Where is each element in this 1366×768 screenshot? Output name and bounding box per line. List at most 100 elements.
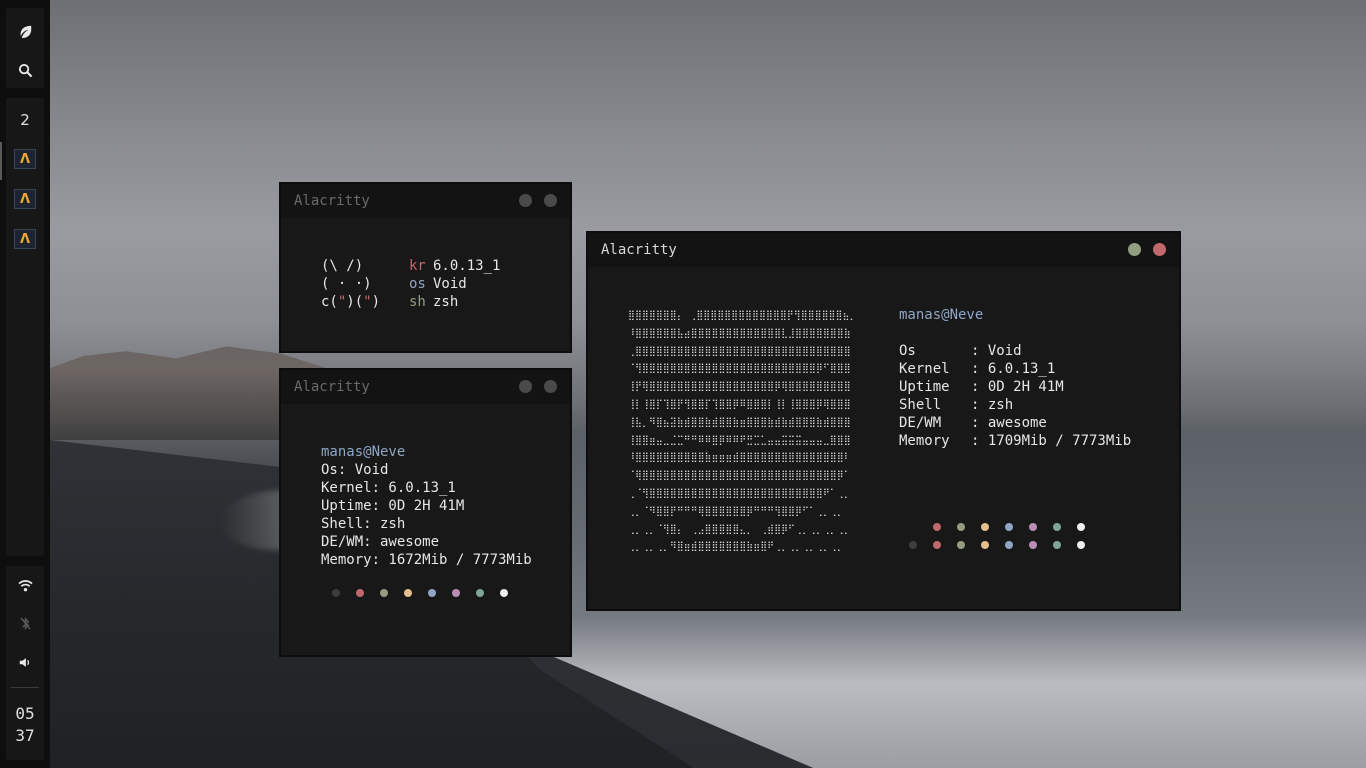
- color-dot-red: [933, 523, 941, 531]
- bluetooth-off-icon[interactable]: [6, 608, 44, 638]
- color-dot-cyan: [1053, 523, 1061, 531]
- ascii-art-line: ( · ·): [321, 276, 372, 292]
- info-key: kr: [409, 258, 426, 274]
- color-dot-red: [933, 541, 941, 549]
- color-dot-blue: [428, 589, 436, 597]
- alacritty-window-bunny[interactable]: Alacritty (\ /) ( · ·) c(")(") kr os sh …: [279, 182, 572, 353]
- info-line: Memory: 1672Mib / 7773Mib: [321, 552, 532, 568]
- alacritty-icon: Λ: [14, 189, 36, 209]
- info-value: : awesome: [971, 415, 1047, 431]
- color-dot-green: [380, 589, 388, 597]
- color-dot-white: [500, 589, 508, 597]
- ascii-logo-line: ⢸⣧⡀⠻⣿⣦⣽⣷⣾⣿⣿⣷⣾⣿⣿⣷⣶⣿⣿⣿⣷⣾⣷⣾⣿⣿⣿⣷⣾⣿⣿⣿: [628, 416, 851, 428]
- ascii-quote: ": [363, 294, 372, 310]
- alacritty-window-fetch-small[interactable]: Alacritty manas@Neve Os: Void Kernel: 6.…: [279, 368, 572, 657]
- launcher-group: [6, 8, 44, 88]
- ascii-art-line: c(")("): [321, 294, 381, 310]
- clock-hour: 05: [15, 704, 35, 723]
- info-value: : 1709Mib / 7773Mib: [971, 433, 1132, 449]
- user-host: manas@Neve: [321, 444, 406, 460]
- maximize-button[interactable]: [1128, 243, 1141, 256]
- info-line: Kernel: 6.0.13_1: [321, 480, 456, 496]
- ascii-logo-line: ⢸⡇⢸⣿⡏⢹⣿⡟⢻⣿⣿⡏⢹⣿⣿⡿⠿⣿⣿⣿⡇⢸⡇⢸⣿⣿⣿⡿⢿⣿⣿⣿: [628, 398, 851, 410]
- close-button[interactable]: [544, 194, 557, 207]
- info-label: DE/WM: [899, 415, 942, 431]
- clock-minute: 37: [15, 726, 35, 745]
- color-dot-yellow: [404, 589, 412, 597]
- color-dot-cyan: [476, 589, 484, 597]
- status-group: 05 37: [6, 566, 44, 760]
- leaf-icon[interactable]: [6, 16, 44, 46]
- maximize-button[interactable]: [519, 380, 532, 393]
- taglist-group: 2 Λ Λ Λ: [6, 98, 44, 556]
- info-line: DE/WM: awesome: [321, 534, 440, 550]
- ascii-logo-line: ⠈⢻⣿⣿⣿⣿⣿⣿⣿⣿⣿⣿⣿⣿⣿⣿⣿⣿⣿⣿⣿⣿⣿⣿⣿⣿⣿⡿⠋⣿⣿⣿: [628, 363, 851, 375]
- ascii-logo-line: ⢀⡀⠈⠻⣿⣿⡟⠛⠛⠛⢿⣿⣿⣿⣿⣿⣿⡿⠛⠛⠛⢻⣿⣿⡿⠋⠁⢀⡀⢀⡀: [628, 505, 844, 517]
- divider: [11, 687, 39, 688]
- ascii-logo: ⣿⣿⣿⣿⣿⣿⣿⡄ ⢀⣿⣿⣿⣿⣿⣿⣿⣿⣿⣿⣿⣿⣿⡟⢻⣿⣿⣿⣿⣿⣿⣦⡀ ⠸⣿⣿⣿⣿⣿⣿…: [628, 307, 856, 556]
- ascii-logo-line: ⢀⡀⢀⡀⠈⢻⣿⡄⠀⢀⣠⣿⣿⣿⣿⣿⣄⡀⠀⢀⣾⣿⡿⠋⢀⡀⢀⡀⢀⡀⢀⡀: [628, 523, 851, 535]
- alacritty-icon: Λ: [14, 229, 36, 249]
- info-value: : Void: [971, 343, 1022, 359]
- active-task-indicator: [0, 142, 2, 180]
- info-key: os: [409, 276, 426, 292]
- alacritty-window-fetch-large[interactable]: Alacritty ⣿⣿⣿⣿⣿⣿⣿⡄ ⢀⣿⣿⣿⣿⣿⣿⣿⣿⣿⣿⣿⣿⣿⡟⢻⣿⣿⣿⣿⣿…: [586, 231, 1181, 611]
- info-label: Os: [899, 343, 916, 359]
- info-label: Memory: [899, 433, 950, 449]
- ascii-logo-line: ⢸⡟⢿⣿⣿⣿⣿⣿⣿⣿⣿⣿⣿⣿⣿⣿⣿⣿⣿⣿⣿⡿⢿⣿⣿⣿⣿⣿⣿⣿⣿⣿: [628, 381, 851, 393]
- info-label: Uptime: [899, 379, 950, 395]
- alacritty-task-1[interactable]: Λ: [6, 144, 44, 174]
- ascii-logo-line: ⠈⢿⣿⣿⣿⣿⣿⣿⣿⣿⣿⣿⣿⣿⣿⣿⣿⣿⣿⣿⣿⣿⣿⣿⣿⣿⣿⣿⣿⣿⡿⠁: [628, 470, 851, 482]
- ascii-logo-line: ⢀⣿⣿⣿⣿⣿⣿⣿⣿⣿⣿⣿⣿⣿⣿⣿⣿⣿⣿⣿⣿⣿⣿⣿⣿⣿⣿⣿⣿⣿⣿⣿: [628, 345, 851, 357]
- color-dot-gray: [909, 541, 917, 549]
- color-dot-blue: [1005, 523, 1013, 531]
- color-dot-yellow: [981, 541, 989, 549]
- volume-icon[interactable]: [6, 647, 44, 677]
- info-value: : zsh: [971, 397, 1014, 413]
- user-host: manas@Neve: [899, 307, 984, 323]
- color-dot-magenta: [1029, 523, 1037, 531]
- info-value: Void: [433, 276, 467, 292]
- window-title: Alacritty: [294, 193, 370, 209]
- info-value: zsh: [433, 294, 459, 310]
- search-icon[interactable]: [6, 55, 44, 85]
- info-label: Shell: [899, 397, 942, 413]
- info-value: : 0D 2H 41M: [971, 379, 1064, 395]
- window-title: Alacritty: [294, 379, 370, 395]
- workspace-number[interactable]: 2: [6, 105, 44, 135]
- titlebar[interactable]: Alacritty: [281, 184, 570, 218]
- color-dot-white: [1077, 541, 1085, 549]
- info-line: Shell: zsh: [321, 516, 406, 532]
- ascii-logo-line: ⢀⠈⢻⣿⣿⣿⣿⣿⣿⣿⣿⣿⣿⣿⣿⣿⣿⣿⣿⣿⣿⣿⣿⣿⣿⣿⣿⣿⠟⠁⢀⡀: [628, 487, 851, 499]
- ascii-logo-line: ⣿⣿⣿⣿⣿⣿⣿⡄ ⢀⣿⣿⣿⣿⣿⣿⣿⣿⣿⣿⣿⣿⣿⡟⢻⣿⣿⣿⣿⣿⣿⣦⡀: [628, 310, 857, 321]
- close-button[interactable]: [544, 380, 557, 393]
- info-line: Os: Void: [321, 462, 389, 478]
- window-title: Alacritty: [601, 242, 677, 258]
- maximize-button[interactable]: [519, 194, 532, 207]
- info-label: Kernel: [899, 361, 950, 377]
- sidebar-panel: 2 Λ Λ Λ 05 37: [0, 0, 50, 768]
- ascii-logo-line: ⢸⣿⣿⣶⣤⣀⣈⣉⠛⠛⠿⠿⣿⡿⠿⠿⠟⣛⣉⣁⣤⣤⣭⣭⣭⣤⣤⣤⣀⣿⣿⣿: [628, 434, 851, 446]
- color-dot-cyan: [1053, 541, 1061, 549]
- color-dot-magenta: [1029, 541, 1037, 549]
- color-dot-green: [957, 541, 965, 549]
- info-key: sh: [409, 294, 426, 310]
- info-value: 6.0.13_1: [433, 258, 501, 274]
- wifi-icon[interactable]: [6, 570, 44, 600]
- color-dot-gray: [332, 589, 340, 597]
- color-dot-yellow: [981, 523, 989, 531]
- titlebar[interactable]: Alacritty: [281, 370, 570, 404]
- alacritty-task-3[interactable]: Λ: [6, 224, 44, 254]
- ascii-logo-line: ⠸⣿⣿⣿⣿⣿⣿⣧⣴⣿⣿⣿⣿⣿⣿⣿⣿⣿⣿⣿⣿⣿⣇⣸⣿⣿⣿⣿⣿⣿⣿⣷: [628, 327, 851, 339]
- ascii-quote: ": [337, 294, 347, 310]
- titlebar[interactable]: Alacritty: [588, 233, 1179, 267]
- alacritty-task-2[interactable]: Λ: [6, 184, 44, 214]
- info-value: : 6.0.13_1: [971, 361, 1056, 377]
- clock: 05 37: [6, 703, 44, 747]
- color-dot-green: [957, 523, 965, 531]
- ascii-art-line: (\ /): [321, 258, 364, 274]
- close-button[interactable]: [1153, 243, 1166, 256]
- ascii-logo-line: ⠸⣿⣿⣿⣿⣿⣿⣿⣿⣿⣿⣷⣶⣶⣶⣾⣿⣿⣿⣿⣿⣿⣿⣿⣿⣿⣿⣿⣿⣿⣿⠇: [628, 452, 851, 464]
- color-dot-blue: [1005, 541, 1013, 549]
- info-line: Uptime: 0D 2H 41M: [321, 498, 465, 514]
